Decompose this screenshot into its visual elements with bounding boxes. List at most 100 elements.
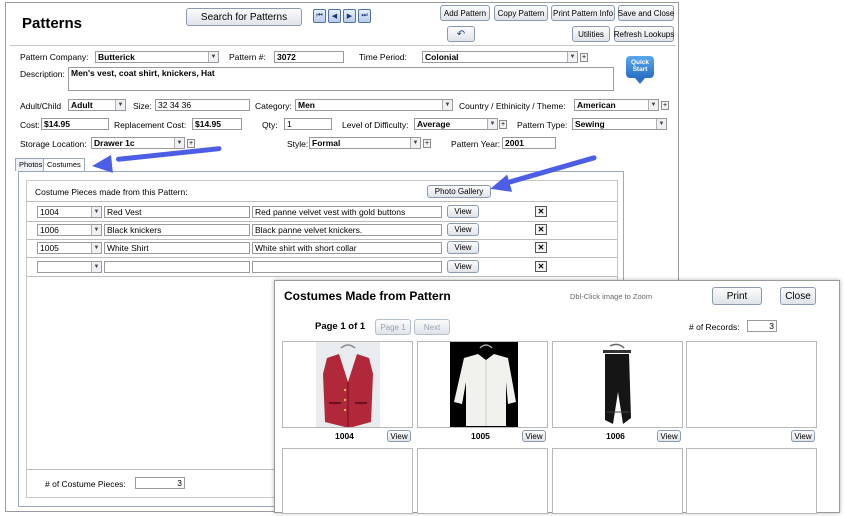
costume-thumbnail[interactable]	[282, 341, 413, 428]
costume-desc-field[interactable]	[252, 261, 442, 273]
difficulty-label: Level of Difficulty:	[342, 120, 409, 130]
add-country-icon[interactable]: +	[661, 101, 669, 110]
view-button[interactable]: View	[387, 430, 411, 442]
add-style-icon[interactable]: +	[423, 139, 431, 148]
country-select[interactable]: American ▼	[574, 99, 659, 111]
costume-id-select[interactable]: 1005 ▼	[37, 242, 102, 254]
tab-costumes[interactable]: Costumes	[43, 158, 85, 171]
undo-button[interactable]: ↶	[447, 26, 475, 42]
cost-field[interactable]: $14.95	[41, 118, 109, 130]
delete-icon[interactable]: ✕	[535, 206, 547, 217]
chevron-down-icon[interactable]: ▼	[91, 243, 101, 253]
add-period-icon[interactable]: +	[580, 53, 588, 62]
costume-thumbnail[interactable]	[417, 341, 548, 428]
year-field[interactable]: 2001	[502, 137, 556, 149]
page-count: 1	[359, 321, 366, 332]
page-title: Patterns	[22, 15, 83, 32]
costume-thumbnail-empty[interactable]	[552, 448, 683, 514]
refresh-lookups-button[interactable]: Refresh Lookups	[614, 26, 674, 42]
qty-field[interactable]: 1	[284, 118, 332, 130]
print-pattern-info-button[interactable]: Print Pattern Info	[551, 5, 615, 21]
previous-record-icon[interactable]: ◀	[328, 9, 341, 23]
tab-photos[interactable]: Photos	[15, 158, 47, 171]
pattern-no-field[interactable]: 3072	[274, 51, 344, 63]
costume-thumbnail[interactable]	[552, 341, 683, 428]
type-select[interactable]: Sewing ▼	[572, 118, 667, 130]
first-record-icon[interactable]: ⏮	[313, 9, 326, 23]
country-value: American	[577, 100, 616, 110]
close-button[interactable]: Close	[780, 287, 816, 305]
costume-name-field[interactable]: Black knickers	[104, 224, 250, 236]
replacement-cost-field[interactable]: $14.95	[192, 118, 242, 130]
costume-name-field[interactable]: White Shirt	[104, 242, 250, 254]
chevron-down-icon[interactable]: ▼	[487, 119, 497, 129]
period-select[interactable]: Colonial ▼	[422, 51, 578, 63]
adult-select[interactable]: Adult ▼	[68, 99, 126, 111]
next-page-button[interactable]: Next	[414, 319, 450, 335]
add-storage-icon[interactable]: +	[187, 139, 195, 148]
quick-start-button[interactable]: Quick Start	[626, 56, 654, 84]
chevron-down-icon[interactable]: ▼	[410, 138, 420, 148]
company-select[interactable]: Butterick ▼	[95, 51, 219, 63]
costume-name-field[interactable]: Red Vest	[104, 206, 250, 218]
costume-count-label: # of Costume Pieces:	[45, 479, 126, 489]
copy-pattern-button[interactable]: Copy Pattern	[494, 5, 548, 21]
category-label: Category:	[255, 101, 292, 111]
costume-thumbnail-empty[interactable]	[282, 448, 413, 514]
costume-thumbnail-empty[interactable]	[686, 341, 817, 428]
add-pattern-button[interactable]: Add Pattern	[440, 5, 490, 21]
costume-thumbnail-empty[interactable]	[417, 448, 548, 514]
description-field[interactable]: Men's vest, coat shirt, knickers, Hat	[68, 67, 614, 91]
last-record-icon[interactable]: ⏭	[358, 9, 371, 23]
costume-id-select[interactable]: 1004 ▼	[37, 206, 102, 218]
view-button[interactable]: View	[447, 260, 479, 273]
chevron-down-icon[interactable]: ▼	[567, 52, 577, 62]
next-record-icon[interactable]: ▶	[343, 9, 356, 23]
photo-gallery-button[interactable]: Photo Gallery	[427, 185, 491, 198]
save-and-close-button[interactable]: Save and Close	[618, 5, 674, 21]
category-select[interactable]: Men ▼	[295, 99, 453, 111]
view-button[interactable]: View	[657, 430, 681, 442]
chevron-down-icon[interactable]: ▼	[174, 138, 184, 148]
chevron-down-icon[interactable]: ▼	[91, 207, 101, 217]
style-select[interactable]: Formal ▼	[309, 137, 421, 149]
delete-icon[interactable]: ✕	[535, 261, 547, 272]
utilities-button[interactable]: Utilities	[572, 26, 610, 42]
costume-desc-field[interactable]: Black panne velvet knickers.	[252, 224, 442, 236]
costume-name-field[interactable]	[104, 261, 250, 273]
chevron-down-icon[interactable]: ▼	[91, 262, 101, 272]
chevron-down-icon[interactable]: ▼	[115, 100, 125, 110]
view-button[interactable]: View	[447, 223, 479, 236]
delete-icon[interactable]: ✕	[535, 224, 547, 235]
difficulty-select[interactable]: Average ▼	[414, 118, 498, 130]
print-button[interactable]: Print	[712, 287, 762, 305]
row-divider	[27, 276, 617, 277]
costume-id-select[interactable]: 1006 ▼	[37, 224, 102, 236]
view-button[interactable]: View	[447, 205, 479, 218]
style-label: Style:	[287, 139, 309, 149]
header-divider	[10, 45, 676, 46]
qty-label: Qty:	[262, 120, 278, 130]
costume-thumbnail-empty[interactable]	[686, 448, 817, 514]
view-button[interactable]: View	[791, 430, 815, 442]
quick-start-label: Quick Start	[630, 59, 650, 73]
chevron-down-icon[interactable]: ▼	[656, 119, 666, 129]
size-field[interactable]: 32 34 36	[155, 99, 250, 111]
chevron-down-icon[interactable]: ▼	[91, 225, 101, 235]
delete-icon[interactable]: ✕	[535, 242, 547, 253]
page-1-button[interactable]: Page 1	[375, 319, 411, 335]
costume-id-select[interactable]: ▼	[37, 261, 102, 273]
search-patterns-button[interactable]: Search for Patterns	[186, 8, 302, 26]
country-label: Country / Ethinicity / Theme:	[459, 101, 566, 111]
chevron-down-icon[interactable]: ▼	[442, 100, 452, 110]
view-button[interactable]: View	[522, 430, 546, 442]
chevron-down-icon[interactable]: ▼	[208, 52, 218, 62]
view-button[interactable]: View	[447, 241, 479, 254]
storage-value: Drawer 1c	[94, 138, 135, 148]
costume-desc-field[interactable]: White shirt with short collar	[252, 242, 442, 254]
storage-select[interactable]: Drawer 1c ▼	[91, 137, 185, 149]
costume-desc-field[interactable]: Red panne velvet vest with gold buttons	[252, 206, 442, 218]
chevron-down-icon[interactable]: ▼	[648, 100, 658, 110]
cost-label: Cost:	[20, 120, 40, 130]
add-difficulty-icon[interactable]: +	[499, 120, 507, 129]
